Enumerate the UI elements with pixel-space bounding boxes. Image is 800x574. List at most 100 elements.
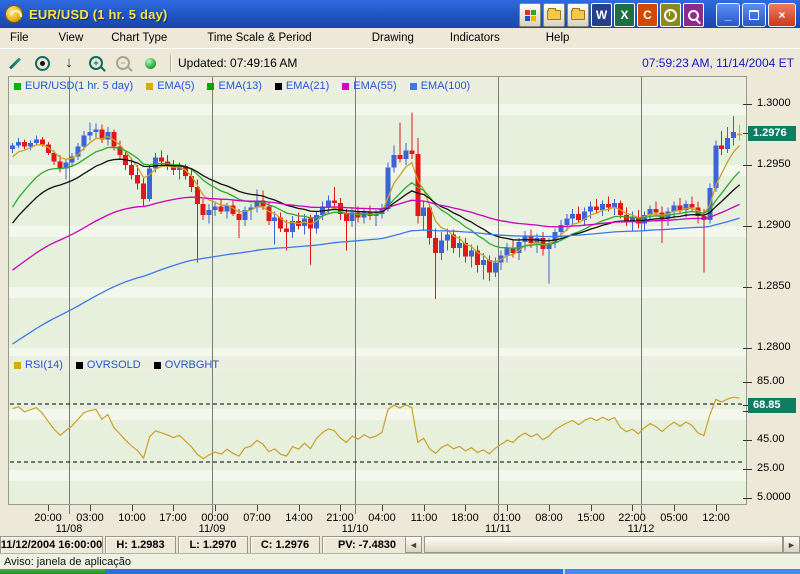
time-tick-mark bbox=[507, 505, 508, 511]
legend-item: EMA(55) bbox=[342, 80, 396, 92]
axis-tick-mark bbox=[743, 287, 752, 288]
scroll-right-arrow-icon[interactable]: ► bbox=[783, 536, 800, 553]
legend-swatch-icon bbox=[146, 83, 153, 90]
time-label: 11:00 bbox=[404, 512, 444, 524]
legend-swatch-icon bbox=[275, 83, 282, 90]
rsi-axis-label: 85.00 bbox=[757, 375, 785, 387]
readout-timestamp: 11/12/2004 16:00:00 bbox=[0, 536, 103, 554]
window-title: EUR/USD (1 hr. 5 day) bbox=[29, 7, 168, 22]
time-tick-mark bbox=[632, 505, 633, 511]
day-tick-mark bbox=[355, 505, 356, 514]
legend-swatch-icon bbox=[76, 362, 83, 369]
excel-icon[interactable]: X bbox=[614, 3, 635, 27]
minimize-button[interactable]: _ bbox=[716, 3, 740, 27]
restore-button[interactable] bbox=[742, 3, 766, 27]
time-tick-mark bbox=[382, 505, 383, 511]
chart-scrollbar[interactable]: ◄ ► bbox=[405, 536, 800, 553]
menu-item-view[interactable]: View bbox=[53, 30, 90, 46]
menu-item-indicators[interactable]: Indicators bbox=[444, 30, 506, 46]
axis-tick-mark bbox=[743, 498, 752, 499]
legend-swatch-icon bbox=[207, 83, 214, 90]
menu-item-chart-type[interactable]: Chart Type bbox=[105, 30, 173, 46]
price-legend: EUR/USD(1 hr. 5 day)EMA(5)EMA(13)EMA(21)… bbox=[14, 80, 470, 92]
legend-item: RSI(14) bbox=[14, 359, 63, 371]
menu-bar: File View Chart Type Time Scale & Period Dra… bbox=[0, 28, 800, 49]
current-rsi-tag: 68.85 bbox=[748, 398, 796, 413]
menu-item-time-scale-period[interactable]: Time Scale & Period bbox=[201, 30, 317, 46]
menu-item-drawing[interactable]: Drawing bbox=[366, 30, 420, 46]
day-tick-mark bbox=[498, 505, 499, 514]
price-axis-label: 1.2850 bbox=[757, 280, 791, 292]
legend-item: EUR/USD(1 hr. 5 day) bbox=[14, 80, 133, 92]
time-tick-mark bbox=[424, 505, 425, 511]
zoom-in-icon[interactable]: + bbox=[84, 52, 108, 74]
day-tick-mark bbox=[641, 505, 642, 514]
scrollbar-thumb[interactable] bbox=[424, 536, 783, 553]
time-label: 07:00 bbox=[237, 512, 277, 524]
download-arrow-icon[interactable]: ↓ bbox=[57, 52, 81, 74]
date-label: 11/09 bbox=[190, 523, 234, 535]
legend-swatch-icon bbox=[14, 362, 21, 369]
readout-close: C: 1.2976 bbox=[250, 536, 320, 554]
updated-timestamp: Updated: 07:49:16 AM bbox=[178, 56, 297, 70]
legend-swatch-icon bbox=[410, 83, 417, 90]
date-label: 11/08 bbox=[47, 523, 91, 535]
time-tick-mark bbox=[549, 505, 550, 511]
menu-item-help[interactable]: Help bbox=[540, 30, 576, 46]
current-price-tag: 1.2976 bbox=[748, 126, 796, 141]
clock-icon[interactable] bbox=[660, 3, 681, 27]
rsi-axis-label: 25.00 bbox=[757, 462, 785, 474]
title-bar: EUR/USD (1 hr. 5 day) W X C _ × bbox=[0, 0, 800, 28]
time-label: 15:00 bbox=[571, 512, 611, 524]
time-tick-mark bbox=[48, 505, 49, 511]
taskbar-window-segment[interactable] bbox=[565, 569, 800, 574]
time-label: 12:00 bbox=[696, 512, 736, 524]
folder-up-icon[interactable] bbox=[543, 3, 565, 27]
price-axis-label: 1.3000 bbox=[757, 97, 791, 109]
axis-tick-mark bbox=[743, 104, 752, 105]
chart-svg[interactable] bbox=[8, 76, 747, 505]
readout-low: L: 1.2970 bbox=[178, 536, 248, 554]
time-tick-mark bbox=[674, 505, 675, 511]
time-tick-mark bbox=[215, 505, 216, 511]
legend-item: EMA(100) bbox=[410, 80, 471, 92]
crosshair-tool-icon[interactable] bbox=[30, 52, 54, 74]
trendline-tool-icon[interactable] bbox=[3, 52, 27, 74]
date-label: 11/12 bbox=[619, 523, 663, 535]
legend-item: EMA(13) bbox=[207, 80, 261, 92]
axis-tick-mark bbox=[743, 440, 752, 441]
folder-open-icon[interactable] bbox=[567, 3, 589, 27]
status-bar: Aviso: janela de aplicação bbox=[0, 553, 800, 569]
app-grid-icon[interactable] bbox=[519, 3, 541, 27]
readout-pv: PV: -7.4830 bbox=[322, 536, 412, 554]
time-label: 08:00 bbox=[529, 512, 569, 524]
chart-region: EUR/USD(1 hr. 5 day)EMA(5)EMA(13)EMA(21)… bbox=[0, 76, 800, 535]
key-icon[interactable] bbox=[683, 3, 704, 27]
time-label: 17:00 bbox=[153, 512, 193, 524]
axis-tick-mark bbox=[743, 469, 752, 470]
rsi-axis-label: 45.00 bbox=[757, 433, 785, 445]
zoom-out-icon[interactable]: − bbox=[111, 52, 135, 74]
taskbar-start-segment[interactable] bbox=[0, 569, 105, 574]
time-label: 10:00 bbox=[112, 512, 152, 524]
close-button[interactable]: × bbox=[768, 3, 796, 27]
time-tick-mark bbox=[340, 505, 341, 511]
word-icon[interactable]: W bbox=[591, 3, 612, 27]
toolbar: ↓ + − Updated: 07:49:16 AM 07:59:23 AM, … bbox=[0, 48, 800, 78]
time-tick-mark bbox=[173, 505, 174, 511]
status-text: Aviso: janela de aplicação bbox=[4, 556, 131, 568]
scroll-left-arrow-icon[interactable]: ◄ bbox=[405, 536, 422, 553]
toolbar-separator bbox=[170, 54, 172, 72]
time-label: 14:00 bbox=[279, 512, 319, 524]
price-axis-label: 1.2900 bbox=[757, 219, 791, 231]
time-tick-mark bbox=[465, 505, 466, 511]
menu-item-file[interactable]: File bbox=[4, 30, 35, 46]
legend-swatch-icon bbox=[342, 83, 349, 90]
refresh-ball-icon[interactable] bbox=[138, 52, 162, 74]
legend-swatch-icon bbox=[154, 362, 161, 369]
titlebar-launcher-icons: W X C bbox=[519, 3, 704, 27]
axis-tick-mark bbox=[743, 165, 752, 166]
calendar-icon[interactable]: C bbox=[637, 3, 658, 27]
taskbar-sliver bbox=[0, 569, 800, 574]
date-label: 11/10 bbox=[333, 523, 377, 535]
